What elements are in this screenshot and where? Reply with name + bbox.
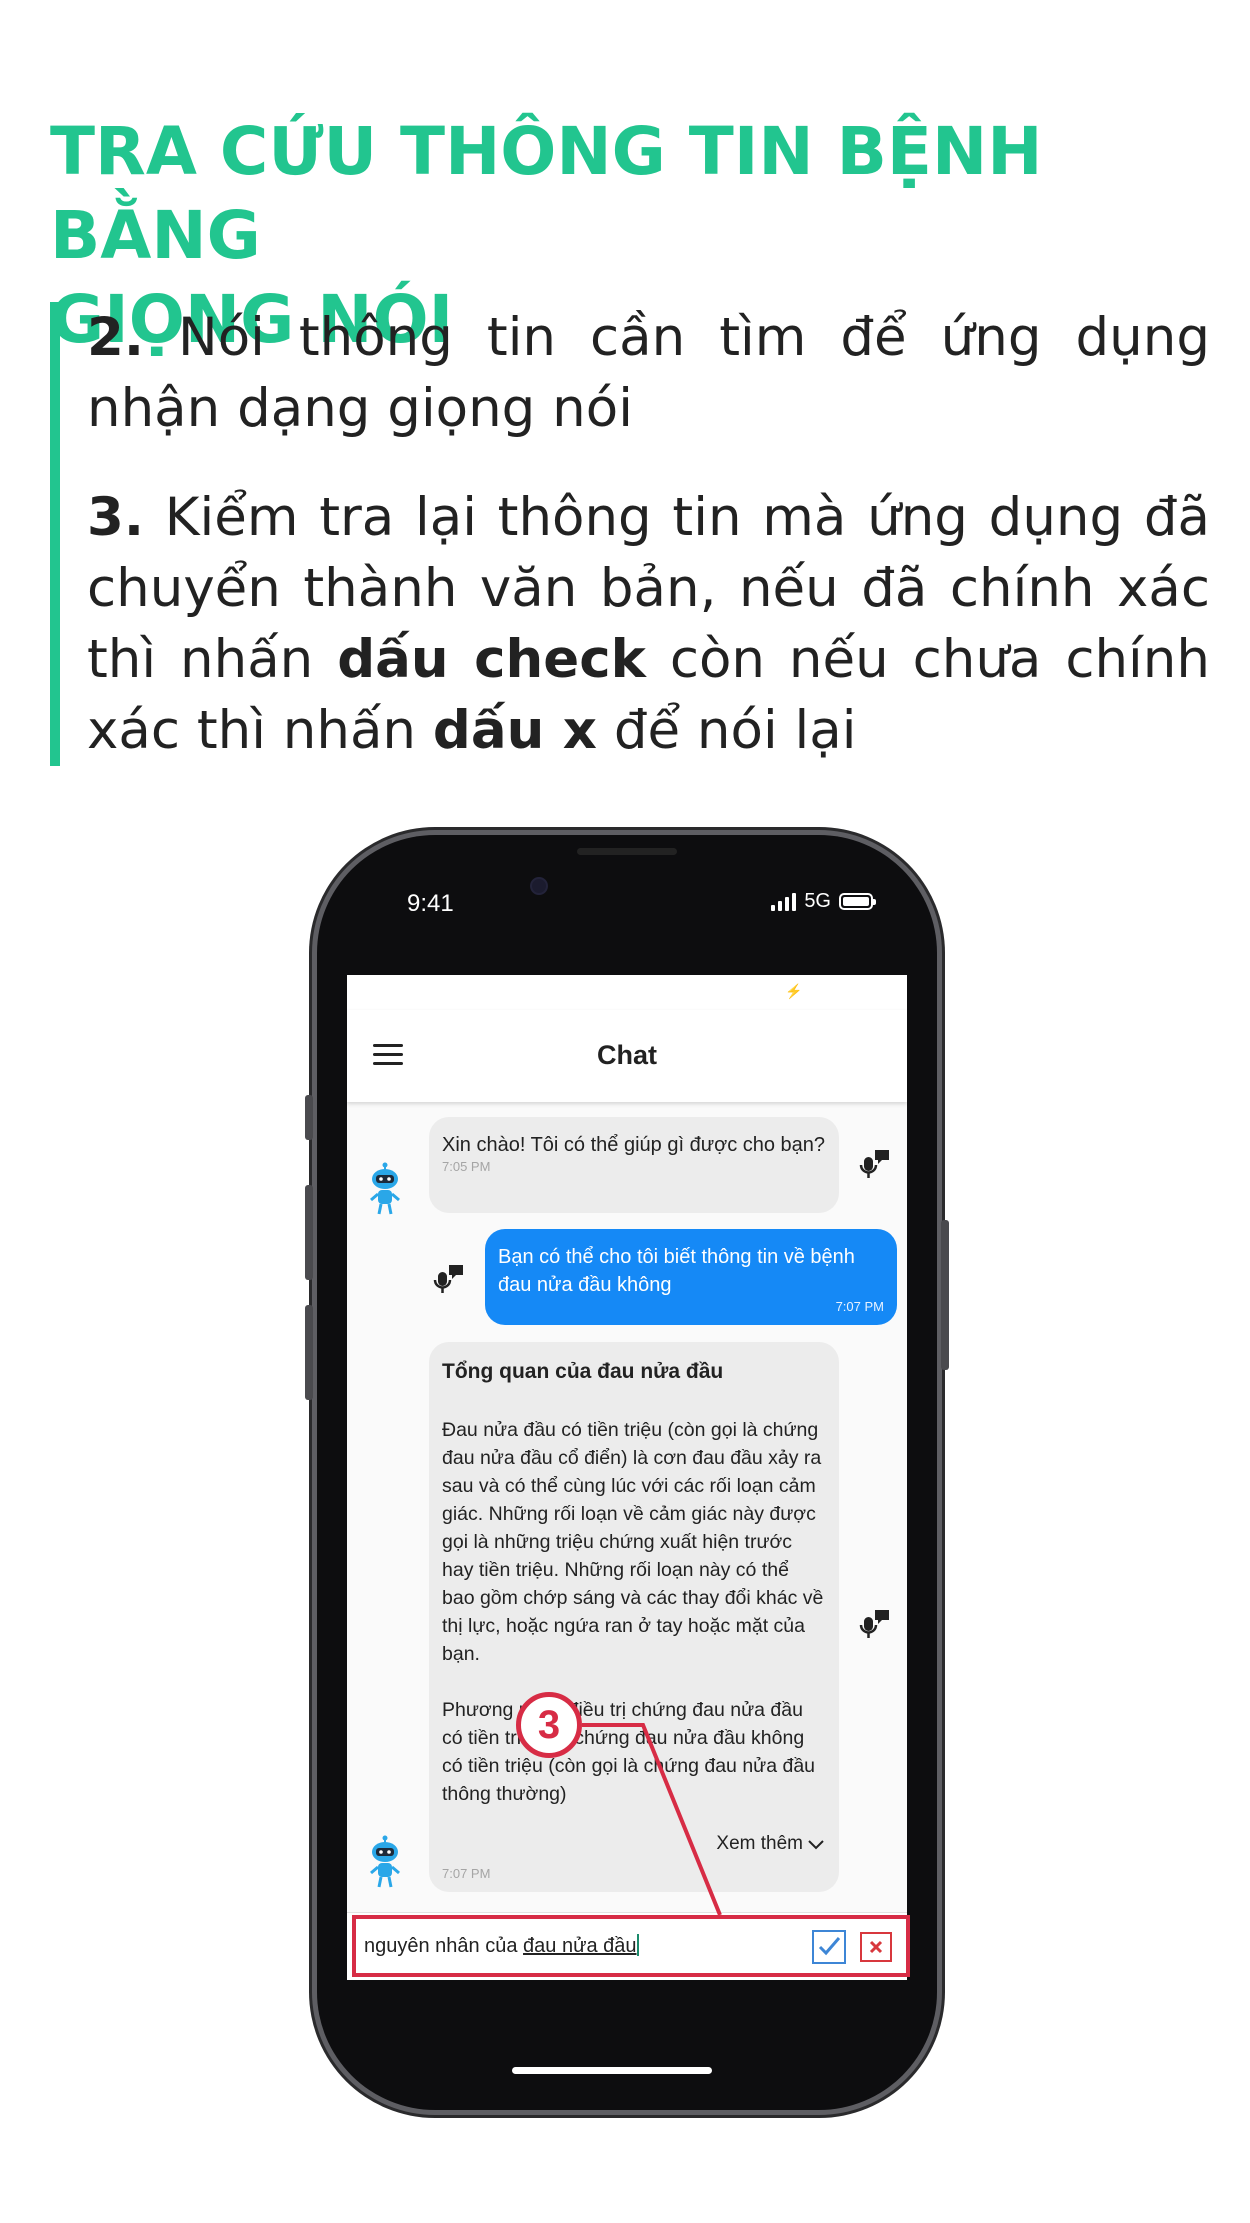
message-time: 7:07 PM (835, 1299, 884, 1314)
bot-message: Xin chào! Tôi có thể giúp gì được cho bạ… (429, 1117, 839, 1213)
bot-message-text: Xin chào! Tôi có thể giúp gì được cho bạ… (442, 1134, 826, 1156)
bot-info-card: Tổng quan của đau nửa đầu Đau nửa đầu có… (429, 1342, 839, 1892)
cancel-x-button[interactable] (860, 1932, 892, 1962)
signal-icon (771, 892, 797, 911)
app-status-bar: ⚡ (347, 975, 907, 1010)
user-message: Bạn có thể cho tôi biết thông tin về bện… (485, 1229, 897, 1325)
phone-speaker (577, 848, 677, 855)
annotation-step-badge: 3 (516, 1692, 582, 1758)
page-title-line1: TRA CỨU THÔNG TIN BỆNH BẰNG (50, 113, 1043, 274)
recognized-text-field[interactable]: nguyên nhân của đau nửa đầu (364, 1934, 639, 1958)
speak-message-icon[interactable] (857, 1607, 893, 1643)
close-icon (869, 1940, 883, 1954)
message-time: 7:05 PM (442, 1159, 491, 1174)
bot-avatar-icon (370, 1835, 400, 1888)
app-screen: ⚡ Chat Xin chào! Tôi có thể giúp gì được… (347, 975, 907, 1980)
step-3-number: 3. (87, 487, 145, 548)
home-indicator (512, 2067, 712, 2074)
chat-list[interactable]: Xin chào! Tôi có thể giúp gì được cho bạ… (347, 1102, 907, 1912)
step-3-bold-x: dấu x (432, 700, 597, 761)
confirm-check-button[interactable] (812, 1930, 846, 1964)
step-3: 3. Kiểm tra lại thông tin mà ứng dụng đã… (87, 482, 1210, 766)
phone-volume-up (305, 1185, 313, 1280)
card-body: Đau nửa đầu có tiền triệu (còn gọi là ch… (442, 1419, 824, 1805)
phone-volume-down (305, 1305, 313, 1400)
bot-avatar-icon (370, 1162, 400, 1215)
phone-mockup: 9:41 5G ⚡ Chat Xin chào! Tôi có thể giúp… (305, 835, 949, 2110)
front-camera (530, 877, 548, 895)
charging-icon: ⚡ (785, 983, 803, 999)
app-bar: Chat (347, 1010, 907, 1102)
step-3-bold-check: dấu check (337, 629, 646, 690)
app-bar-title: Chat (597, 1040, 657, 1070)
check-icon (818, 1937, 841, 1956)
status-time: 9:41 (407, 890, 454, 917)
phone-power-button (941, 1220, 949, 1370)
user-message-text: Bạn có thể cho tôi biết thông tin về bện… (498, 1246, 855, 1296)
step-2-number: 2. (87, 307, 145, 368)
battery-icon (839, 893, 876, 910)
see-more-link[interactable]: Xem thêm (716, 1830, 825, 1858)
message-time: 7:07 PM (442, 1866, 491, 1881)
speak-message-icon[interactable] (431, 1262, 467, 1298)
text-caret (636, 1934, 639, 1956)
phone-silent-switch (305, 1095, 313, 1140)
step-3-text-c: để nói lại (613, 700, 857, 761)
see-more-label: Xem thêm (716, 1833, 803, 1854)
voice-input-bar: nguyên nhân của đau nửa đầu (347, 1912, 907, 1980)
step-2-text: Nói thông tin cần tìm để ứng dụng nhận d… (87, 307, 1210, 439)
network-label: 5G (804, 890, 831, 912)
speak-message-icon[interactable] (857, 1147, 893, 1183)
chevron-down-icon (808, 1840, 824, 1850)
instruction-steps: 2. Nói thông tin cần tìm để ứng dụng nhậ… (50, 302, 1210, 766)
step-2: 2. Nói thông tin cần tìm để ứng dụng nhậ… (87, 302, 1210, 444)
status-indicators: 5G (771, 890, 876, 913)
recognized-text-keyword: đau nửa đầu (523, 1935, 637, 1957)
recognized-text-prefix: nguyên nhân của (364, 1935, 524, 1957)
card-title: Tổng quan của đau nửa đầu (442, 1360, 724, 1383)
